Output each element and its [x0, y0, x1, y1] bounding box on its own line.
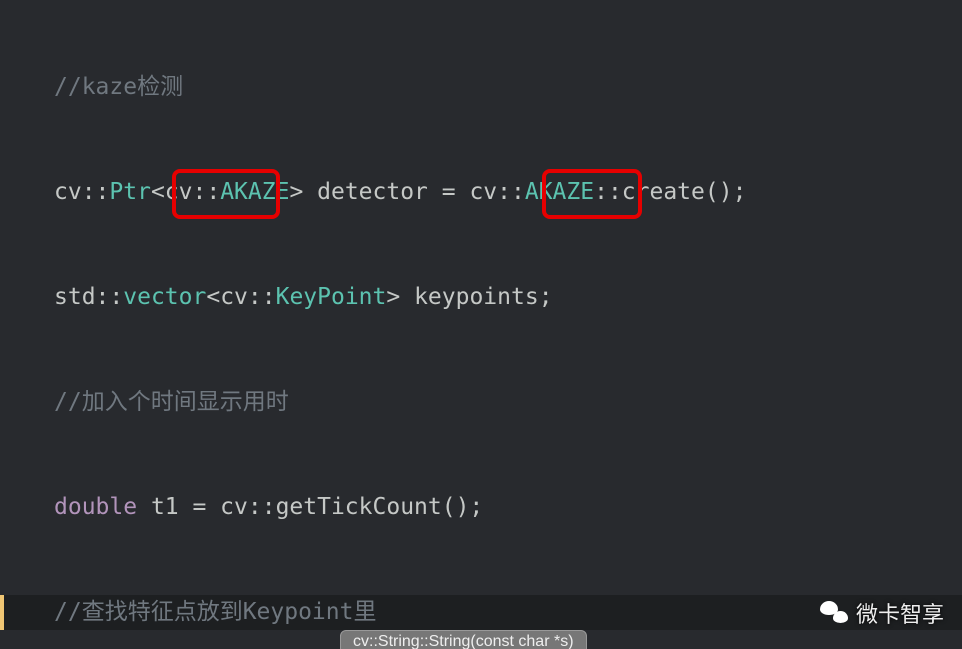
- intellisense-tooltip: cv::String::String(const char *s): [340, 630, 587, 649]
- code-line: cv::Ptr<cv::AKAZE> detector = cv::AKAZE:…: [0, 175, 962, 210]
- akaze-token: AKAZE: [220, 179, 289, 205]
- akaze-token: AKAZE: [525, 179, 594, 205]
- comment: //kaze检测: [54, 74, 183, 100]
- code-editor: //kaze检测 cv::Ptr<cv::AKAZE> detector = c…: [0, 0, 962, 649]
- code-line: //kaze检测: [0, 70, 962, 105]
- wechat-icon: [820, 599, 848, 627]
- code-line: //加入个时间显示用时: [0, 385, 962, 420]
- code-line: double t1 = cv::getTickCount();: [0, 490, 962, 525]
- watermark: 微卡智享: [820, 597, 944, 629]
- comment: //加入个时间显示用时: [54, 389, 289, 415]
- code-line-active: //查找特征点放到Keypoint里: [0, 595, 962, 630]
- code-line: std::vector<cv::KeyPoint> keypoints;: [0, 280, 962, 315]
- comment: //查找特征点放到Keypoint里: [54, 599, 376, 625]
- watermark-text: 微卡智享: [856, 597, 944, 629]
